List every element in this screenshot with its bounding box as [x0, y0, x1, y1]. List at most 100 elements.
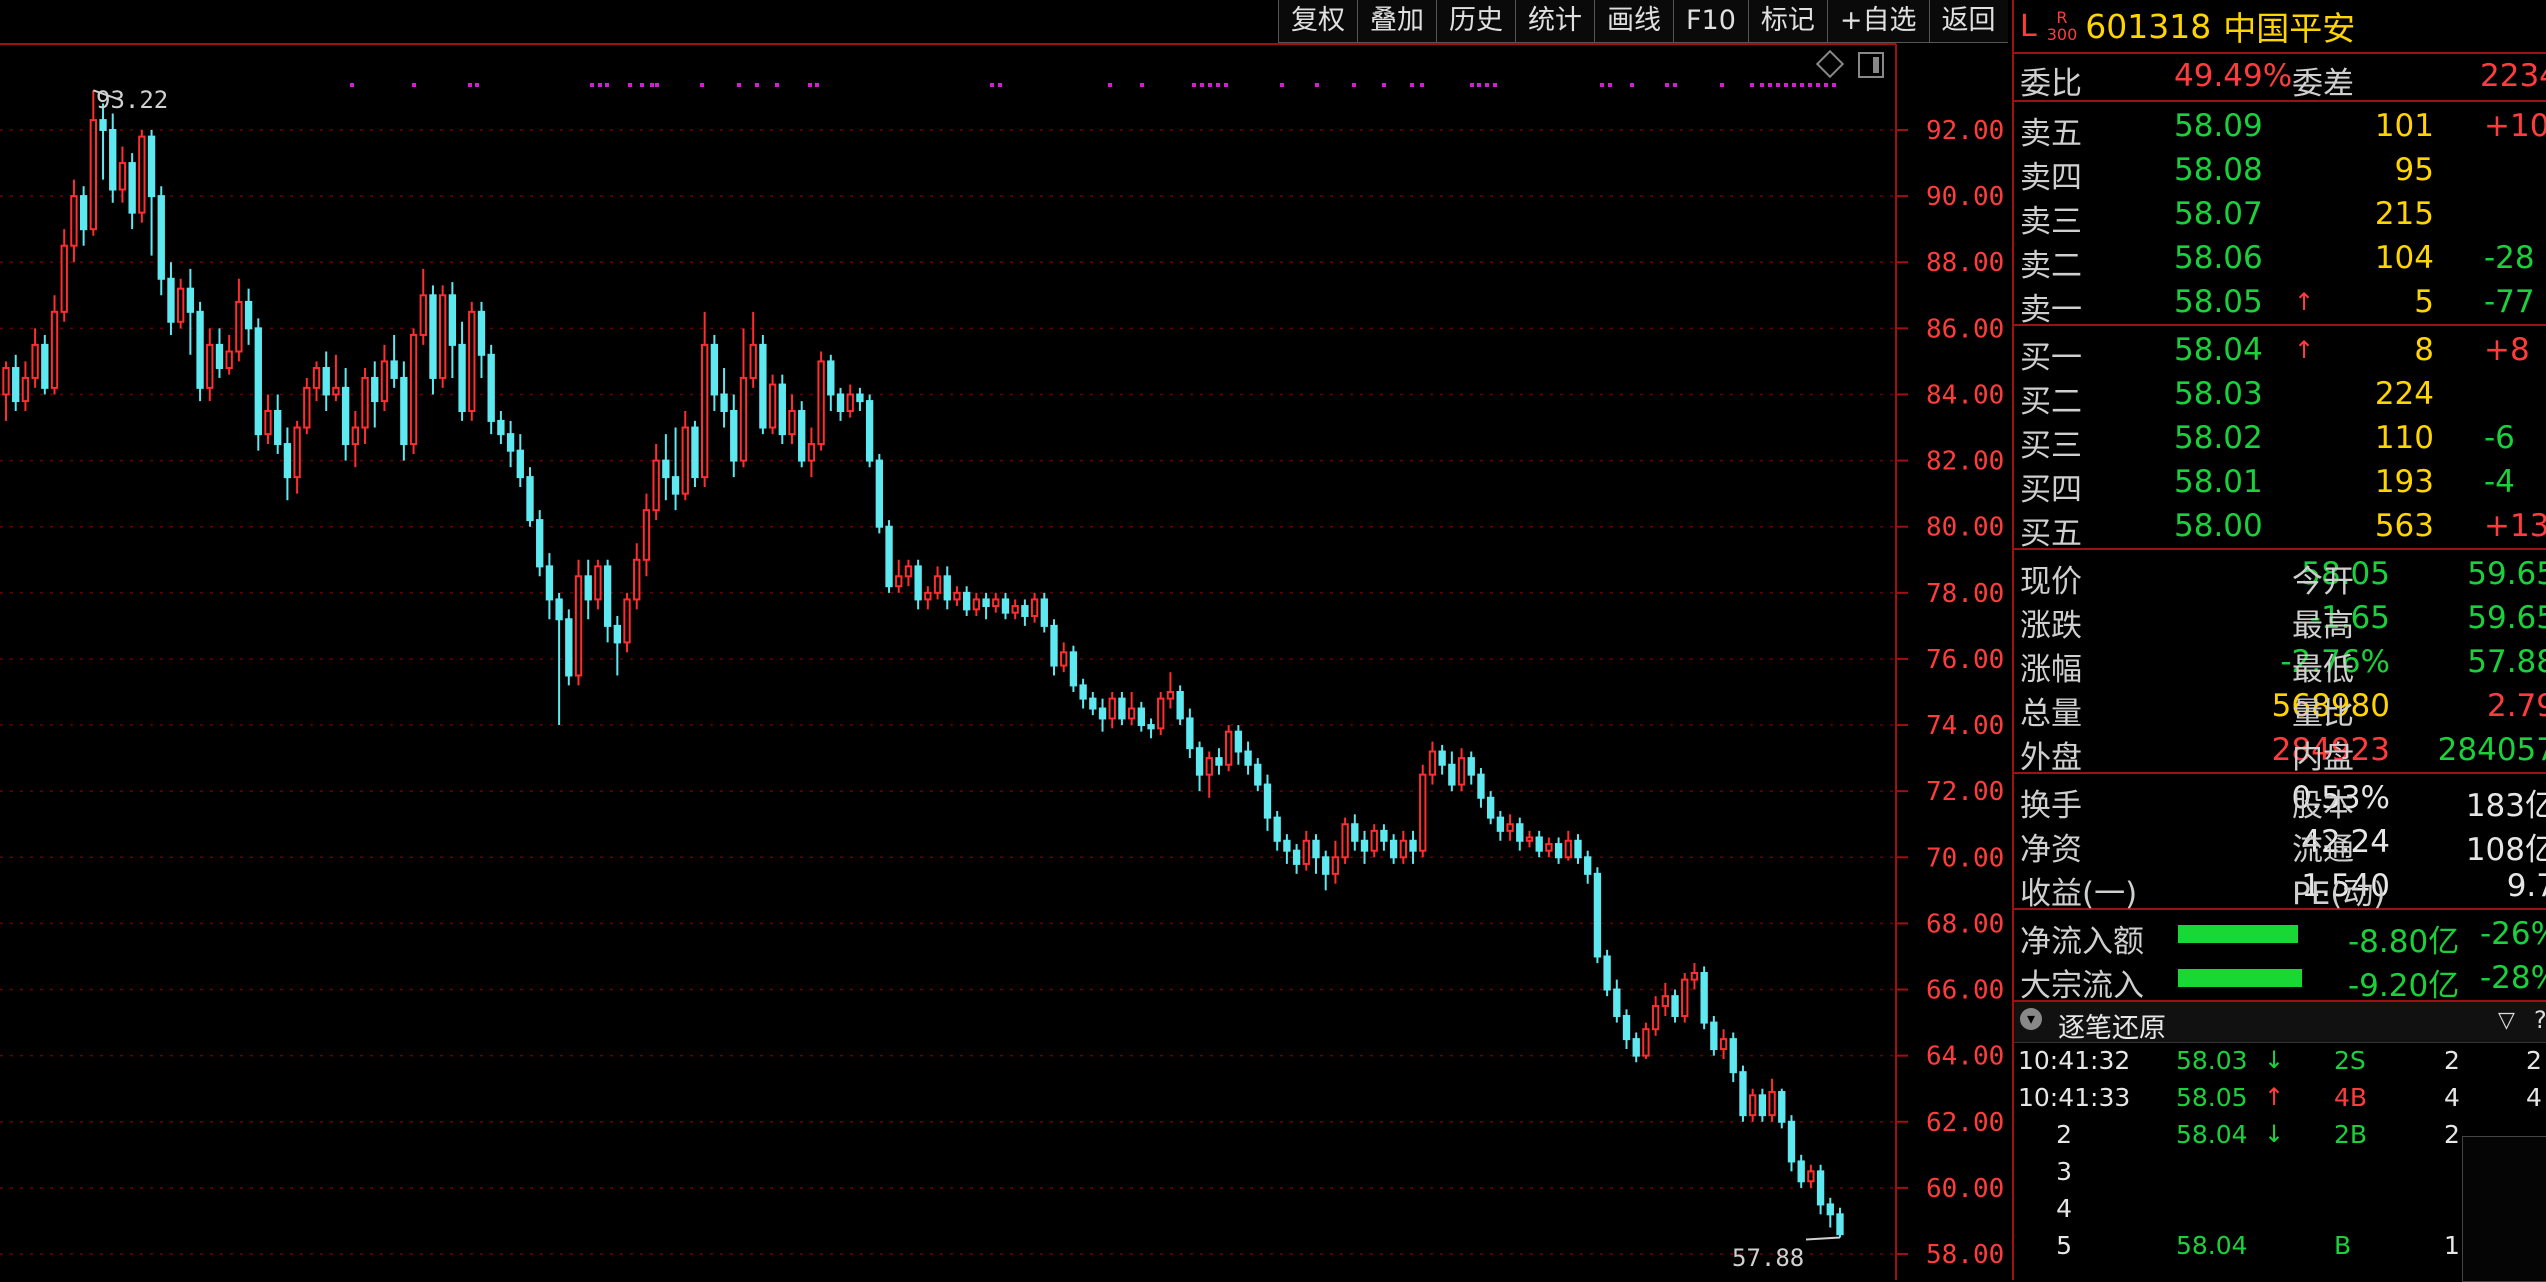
asks-row[interactable]: 卖二 58.06 104 -28 [2014, 236, 2546, 284]
candle-body [1254, 763, 1262, 786]
tick-time: 4 [2056, 1194, 2072, 1223]
tick-row[interactable]: 10:41:32 58.03 ↓ 2S 2 2 [2014, 1043, 2546, 1080]
candle-body [1380, 829, 1388, 842]
toolbar-button-2[interactable]: 历史 [1436, 0, 1515, 43]
bids-price: 58.02 [2174, 420, 2263, 456]
stock-name[interactable]: 中国平安 [2223, 2, 2355, 50]
candle-body [594, 565, 602, 601]
candle-body [1651, 1005, 1660, 1031]
toolbar-button-0[interactable]: 复权 [1278, 0, 1357, 43]
event-marker [1420, 83, 1424, 87]
candlestick-chart[interactable]: 92.00 90.00 88.00 86.00 84.00 82.00 80.00 78.00… [0, 0, 2010, 1280]
mini-chart-box[interactable] [2462, 1136, 2546, 1282]
event-marker [755, 83, 759, 87]
candle-body [1215, 757, 1223, 766]
tick-row[interactable]: 10:41:33 58.05 ↑ 4B 4 4 [2014, 1080, 2546, 1117]
candle-body [1234, 730, 1243, 753]
candle-body [904, 565, 913, 578]
candle-body [487, 353, 495, 422]
candle-body [720, 393, 728, 412]
candle-body [118, 162, 127, 191]
y-tick-label: 84.00 [1926, 380, 2004, 410]
candle-body [1816, 1170, 1825, 1206]
candle-body [1719, 1038, 1728, 1051]
asks-row[interactable]: 卖四 58.08 95 [2014, 148, 2546, 196]
candle-body [1118, 697, 1126, 720]
bids-row[interactable]: 买一 58.04 8 +8 ↑ [2014, 328, 2546, 376]
fundamental-l2: PE(动) [2292, 876, 2386, 912]
candle-body [1351, 823, 1359, 842]
event-marker [815, 83, 819, 87]
candle-body [1157, 697, 1165, 730]
stock-code[interactable]: 601318 [2085, 7, 2211, 46]
toolbar-button-8[interactable]: 返回 [1928, 0, 2008, 43]
candle-body [662, 459, 670, 479]
toolbar-button-5[interactable]: F10 [1673, 0, 1748, 43]
low-price-label: 57.88 [1732, 1244, 1805, 1272]
asks-row[interactable]: 卖五 58.09 101 +101 [2014, 104, 2546, 152]
event-marker [1816, 83, 1820, 87]
stat-l1: 涨幅 [2020, 652, 2082, 688]
candle-body [50, 310, 59, 389]
event-marker [590, 83, 594, 87]
bids-row[interactable]: 买五 58.00 563 +13 [2014, 504, 2546, 552]
bids-row[interactable]: 买三 58.02 110 -6 [2014, 416, 2546, 464]
filter-icon[interactable]: ▽ [2498, 1008, 2515, 1033]
stat-row: 涨跌-1.65最高59.65 [2014, 596, 2546, 644]
stat-row: 现价58.05今开59.65 [2014, 552, 2546, 600]
panel-toggle-icon[interactable] [1858, 52, 1884, 78]
bids-row[interactable]: 买四 58.01 193 -4 [2014, 460, 2546, 508]
stat-l2: 内盘 [2292, 740, 2354, 776]
y-tick-label: 70.00 [1926, 843, 2004, 873]
collapse-icon[interactable]: ▾ [2020, 1008, 2042, 1030]
fundamental-v2: 183亿 [2465, 788, 2546, 824]
asks-row[interactable]: 卖三 58.07 215 [2014, 192, 2546, 240]
candle-body [1477, 773, 1485, 799]
event-marker [1485, 83, 1489, 87]
toolbar-button-6[interactable]: 标记 [1747, 0, 1827, 43]
tick-m: 4 [2526, 1083, 2542, 1112]
candle-body [303, 386, 311, 429]
event-marker [990, 83, 994, 87]
toolbar-button-4[interactable]: 画线 [1594, 0, 1673, 43]
toolbar-button-1[interactable]: 叠加 [1357, 0, 1436, 43]
candle-body [739, 376, 748, 462]
tick-m: 2 [2526, 1046, 2542, 1075]
y-tick-label: 82.00 [1926, 447, 2004, 477]
candle-body [1389, 839, 1398, 859]
candle-body [1797, 1160, 1805, 1183]
kline-chart-area[interactable]: 92.00 90.00 88.00 86.00 84.00 82.00 80.00 78.00… [0, 0, 2010, 1280]
event-marker [998, 83, 1002, 87]
candle-body [1603, 955, 1611, 991]
candle-body [31, 343, 39, 379]
event-marker [1832, 83, 1836, 87]
toolbar-button-3[interactable]: 统计 [1515, 0, 1594, 43]
event-marker [700, 83, 704, 87]
flow-pct: -26% [2480, 916, 2546, 952]
flow-value: -9.20亿 [2348, 968, 2460, 1004]
candle-body [1040, 598, 1048, 627]
bids-price: 58.00 [2174, 508, 2263, 544]
toolbar-button-7[interactable]: +自选 [1826, 0, 1929, 43]
bids-chg: +8 [2484, 332, 2530, 368]
candle-body [584, 575, 592, 601]
candle-body [1021, 605, 1029, 617]
candle-body [1273, 816, 1281, 842]
bids-vol: 110 [2374, 420, 2434, 456]
asks-row[interactable]: 卖一 58.05 5 -77 ↑ [2014, 280, 2546, 328]
y-tick-label: 90.00 [1926, 182, 2004, 212]
bids-row[interactable]: 买二 58.03 224 [2014, 372, 2546, 420]
ticks-header[interactable]: ▾ 逐笔还原 ▽ ? [2014, 1002, 2546, 1044]
candle-body [109, 129, 117, 191]
event-marker [1673, 83, 1677, 87]
index-badge: R 300 [2046, 8, 2078, 44]
candle-body [1671, 995, 1679, 1017]
candle-body [1516, 823, 1524, 842]
candle-body [1283, 839, 1291, 852]
bids-vol: 224 [2374, 376, 2434, 412]
bids-label: 买一 [2020, 340, 2082, 376]
candle-body [1001, 598, 1010, 614]
help-icon[interactable]: ? [2534, 1006, 2546, 1034]
event-marker [1470, 83, 1474, 87]
candle-body [1661, 995, 1670, 1008]
